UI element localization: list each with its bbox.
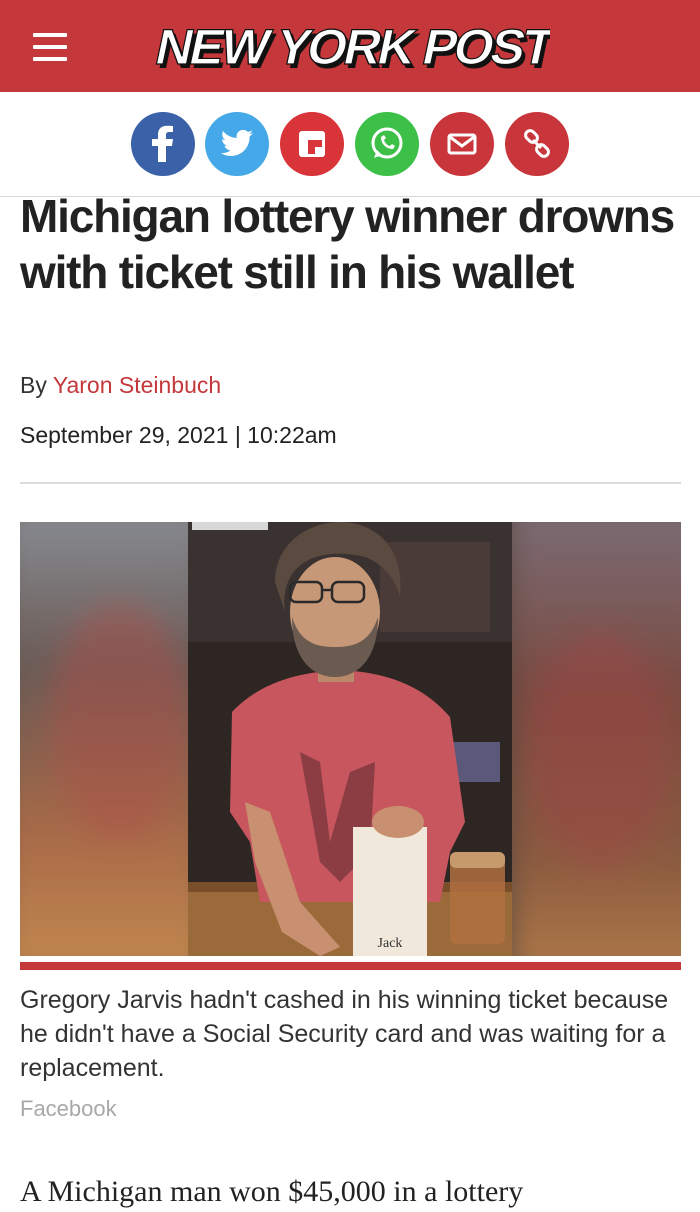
flipboard-icon (299, 131, 325, 157)
photo-credit: Facebook (20, 1096, 117, 1121)
ticket-label: Jack (378, 936, 403, 951)
twitter-share-button[interactable] (205, 112, 269, 176)
photo-illustration: Jack (20, 522, 681, 956)
article-headline: Michigan lottery winner drowns with tick… (20, 190, 675, 298)
copy-link-share-button[interactable] (505, 112, 569, 176)
link-icon (524, 129, 550, 158)
email-icon (447, 133, 477, 155)
article-photo[interactable]: Jack (20, 522, 681, 956)
twitter-icon (220, 129, 253, 156)
caption-rule (20, 962, 681, 970)
logo-text: NEW YORK POST (151, 19, 550, 75)
top-navbar: NEW YORK POST NEW YORK POST (0, 0, 700, 92)
facebook-share-button[interactable] (131, 112, 195, 176)
divider (20, 482, 681, 484)
facebook-icon (152, 125, 173, 162)
article-body: A Michigan man won $45,000 in a lottery (20, 1175, 524, 1208)
email-share-button[interactable] (430, 112, 494, 176)
photo-caption: Gregory Jarvis hadn't cashed in his winn… (20, 986, 669, 1082)
whatsapp-share-button[interactable] (355, 112, 419, 176)
byline: By Yaron Steinbuch (20, 372, 221, 399)
publish-date: September 29, 2021 | 10:22am (20, 422, 337, 448)
share-bar (0, 92, 700, 197)
whatsapp-icon (371, 127, 403, 159)
flipboard-share-button[interactable] (280, 112, 344, 176)
hamburger-menu-icon[interactable] (33, 33, 67, 63)
byline-prefix: By (20, 372, 47, 398)
site-logo[interactable]: NEW YORK POST NEW YORK POST (150, 14, 550, 78)
author-link[interactable]: Yaron Steinbuch (53, 372, 221, 398)
